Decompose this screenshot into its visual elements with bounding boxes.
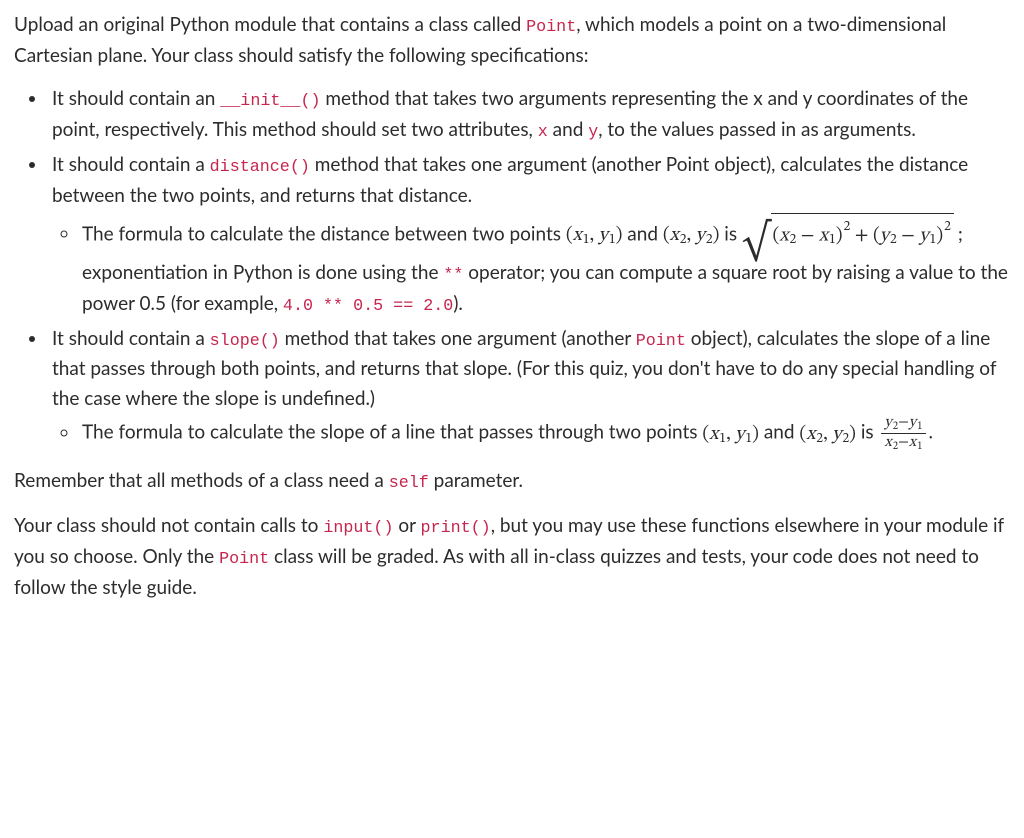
text: and <box>622 222 662 245</box>
math-radicand: (x2 − x1)2 + (y2 − y1)2 <box>771 213 954 252</box>
text: and <box>759 421 799 444</box>
spec-slope: It should contain a slope() method that … <box>48 324 1010 453</box>
text: and <box>548 118 588 141</box>
code-self: self <box>389 474 429 493</box>
text: . <box>929 421 933 444</box>
code-point-class: Point <box>636 332 686 351</box>
spec-slope-sublist: The formula to calculate the slope of a … <box>52 415 1010 452</box>
text: ). <box>453 292 463 315</box>
text: method that takes one argument (another <box>280 327 636 350</box>
math-point2b: (x2, y2) <box>799 425 856 444</box>
text: is <box>719 222 742 245</box>
intro-paragraph: Upload an original Python module that co… <box>14 10 1010 70</box>
code-distance: distance() <box>210 158 310 177</box>
math-sqrt: √(x2 − x1)2 + (y2 − y1)2 <box>742 213 954 258</box>
self-paragraph: Remember that all methods of a class nee… <box>14 466 1010 497</box>
text: It should contain a <box>52 153 210 176</box>
text: The formula to calculate the distance be… <box>82 222 566 245</box>
math-point2: (x2, y2) <box>663 226 720 245</box>
text: Remember that all methods of a class nee… <box>14 469 389 492</box>
code-point-foot: Point <box>219 550 269 569</box>
text: It should contain an <box>52 87 220 110</box>
math-point1b: (x1, y1) <box>702 425 759 444</box>
text: The formula to calculate the slope of a … <box>82 421 702 444</box>
spec-init: It should contain an __init__() method t… <box>48 84 1010 146</box>
text: is <box>856 421 879 444</box>
footer-paragraph: Your class should not contain calls to i… <box>14 511 1010 602</box>
spec-distance-sublist: The formula to calculate the distance be… <box>52 213 1010 320</box>
code-x: x <box>538 123 548 142</box>
math-point1: (x1, y1) <box>566 226 623 245</box>
code-slope: slope() <box>210 332 280 351</box>
text: Upload an original Python module that co… <box>14 13 526 36</box>
text: It should contain a <box>52 327 210 350</box>
code-y: y <box>588 123 598 142</box>
radical-icon: √ <box>742 228 771 258</box>
spec-slope-formula: The formula to calculate the slope of a … <box>80 415 1010 452</box>
spec-distance: It should contain a distance() method th… <box>48 150 1010 319</box>
text: Your class should not contain calls to <box>14 514 323 537</box>
code-point: Point <box>526 18 576 37</box>
math-fraction: y2−y1x2−x1 <box>881 415 925 452</box>
code-starstar: ** <box>443 266 463 285</box>
code-init: __init__() <box>220 92 320 111</box>
text: parameter. <box>429 469 523 492</box>
text: or <box>393 514 420 537</box>
spec-list: It should contain an __init__() method t… <box>14 84 1010 452</box>
code-print: print() <box>421 519 491 538</box>
code-sqrt-example: 4.0 ** 0.5 == 2.0 <box>283 297 453 316</box>
text: , to the values passed in as arguments. <box>598 118 916 141</box>
spec-distance-formula: The formula to calculate the distance be… <box>80 213 1010 320</box>
code-input: input() <box>323 519 393 538</box>
